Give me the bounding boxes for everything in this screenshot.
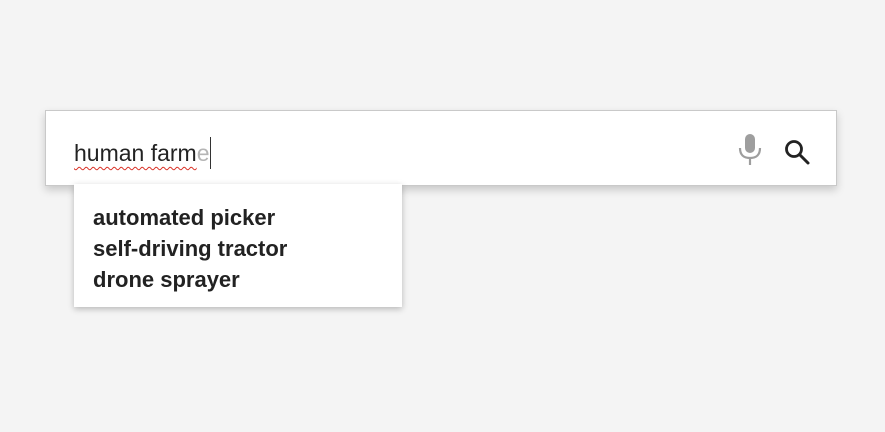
suggestion-item[interactable]: drone sprayer xyxy=(93,264,402,295)
search-completion-text: e xyxy=(196,140,210,166)
search-icon[interactable] xyxy=(783,138,811,166)
search-box[interactable]: human farme xyxy=(45,110,837,186)
suggestion-item[interactable]: automated picker xyxy=(93,202,402,233)
search-input[interactable]: human farme xyxy=(74,137,211,169)
suggestion-item[interactable]: self-driving tractor xyxy=(93,233,402,264)
microphone-icon[interactable] xyxy=(736,133,764,167)
autocomplete-dropdown: automated picker self-driving tractor dr… xyxy=(74,184,402,307)
search-page: human farme automated picker self-drivin… xyxy=(0,0,885,432)
text-caret xyxy=(209,137,211,169)
search-typed-text: human farm xyxy=(74,140,197,166)
